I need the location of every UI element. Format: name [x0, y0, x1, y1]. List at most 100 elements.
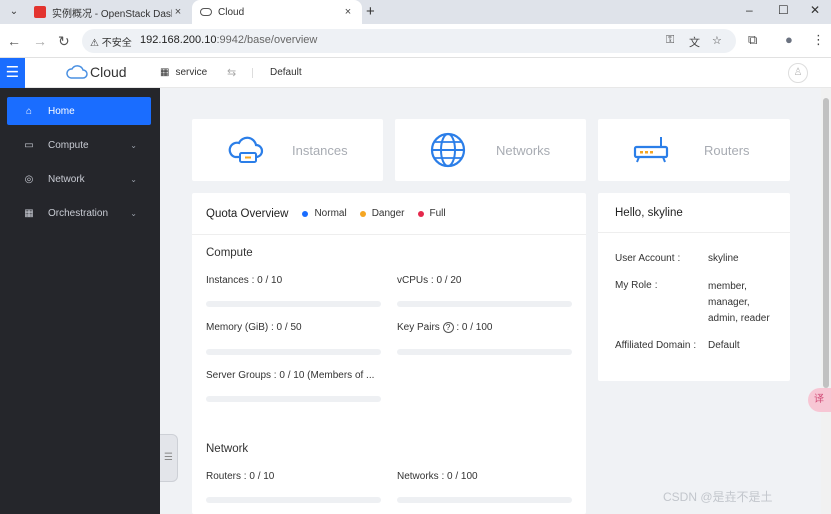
app-logo[interactable]: Cloud	[66, 64, 127, 80]
networks-summary-card[interactable]: Networks	[395, 119, 586, 181]
summary-label: Instances	[292, 143, 348, 158]
legend-label: Normal	[314, 208, 347, 219]
project-grid-icon: ▦	[160, 67, 170, 78]
router-icon	[633, 137, 669, 163]
legend-normal: Normal	[302, 208, 347, 219]
menu-toggle-button[interactable]: ☰	[0, 58, 25, 88]
profile-icon[interactable]: ●	[785, 32, 793, 47]
security-warning-badge[interactable]: ⚠ 不安全	[90, 34, 132, 49]
user-info-card: Hello, skyline User Account: skyline My …	[598, 193, 790, 381]
user-domain-value: Default	[708, 340, 740, 351]
collapse-icon: ☰	[164, 452, 173, 463]
summary-label: Routers	[704, 143, 750, 158]
globe-icon	[430, 132, 466, 168]
label-colon: :	[654, 280, 658, 291]
quota-keypairs-bar	[397, 349, 572, 355]
forward-button[interactable]: →	[33, 33, 47, 49]
cloud-favicon-icon	[200, 8, 212, 16]
browser-tab-cloud[interactable]: Cloud ×	[192, 0, 362, 24]
browser-menu-icon[interactable]: ⋮	[812, 32, 825, 48]
tab-search-icon[interactable]: ⌄	[6, 4, 22, 20]
maximize-button[interactable]: ☐	[778, 3, 789, 17]
quota-instances-bar	[206, 301, 381, 307]
user-account-value: skyline	[708, 253, 739, 264]
quota-server-groups-bar	[206, 396, 381, 402]
quota-header: Quota Overview Normal Danger Full	[192, 193, 586, 235]
label-colon: :	[677, 253, 681, 264]
project-selector[interactable]: ▦ service	[160, 67, 207, 78]
legend-dot	[359, 210, 366, 217]
routers-summary-card[interactable]: Routers	[598, 119, 790, 181]
chevron-down-icon: ⌄	[130, 174, 137, 184]
tab-close-icon[interactable]: ×	[172, 6, 184, 18]
instances-summary-card[interactable]: Instances	[192, 119, 383, 181]
tab-title: Cloud	[218, 6, 245, 18]
user-avatar[interactable]: ♙	[788, 63, 808, 83]
url-host: 192.168.200.10	[140, 34, 217, 46]
chevron-down-icon: ⌄	[130, 140, 137, 150]
sidebar-item-network[interactable]: ◎ Network ⌄	[7, 165, 151, 193]
user-roles: member, manager, admin, reader	[708, 279, 770, 327]
sidebar-item-home[interactable]: ⌂ Home	[7, 97, 151, 125]
url-text[interactable]: 192.168.200.10:9942/base/overview	[140, 34, 317, 46]
browser-tab-openstack[interactable]: 实例概况 - OpenStack Dashboa ×	[26, 0, 192, 24]
sidebar-collapse-handle[interactable]: ☰	[160, 434, 178, 482]
minimize-button[interactable]: –	[746, 3, 753, 17]
user-role-label: My Role:	[615, 280, 657, 291]
page-scrollbar[interactable]	[821, 88, 831, 514]
keypairs-count: : 0 / 100	[453, 322, 493, 333]
reload-button[interactable]: ↻	[58, 33, 70, 50]
cloud-logo-icon	[66, 65, 88, 79]
chevron-down-icon: ⌄	[130, 208, 137, 218]
quota-keypairs-label: Key Pairs ? : 0 / 100	[397, 322, 493, 333]
sidebar-item-label: Home	[48, 105, 75, 117]
user-account-label: User Account:	[615, 253, 680, 264]
legend-dot	[302, 210, 309, 217]
brand-name: Cloud	[90, 64, 127, 80]
legend-danger: Danger	[359, 208, 405, 219]
label-text: My Role	[615, 280, 652, 291]
tab-title: 实例概况 - OpenStack Dashboa	[52, 8, 172, 20]
url-path: :9942/base/overview	[216, 34, 318, 46]
sidebar-item-compute[interactable]: ▭ Compute ⌄	[7, 131, 151, 159]
url-bar[interactable]: ⚠ 不安全 192.168.200.10:9942/base/overview …	[82, 29, 736, 53]
quota-instances-label: Instances : 0 / 10	[206, 275, 283, 286]
sidebar: ⌂ Home ▭ Compute ⌄ ◎ Network ⌄ ▦ Orchest…	[0, 88, 160, 514]
sidebar-item-label: Network	[48, 173, 85, 185]
tab-close-icon[interactable]: ×	[342, 6, 354, 18]
label-text: User Account	[615, 253, 675, 264]
back-button[interactable]: ←	[7, 33, 21, 49]
quota-routers-label: Routers : 0 / 10	[206, 471, 275, 482]
extensions-icon[interactable]: ⧉	[748, 32, 757, 48]
legend-label: Danger	[371, 208, 405, 219]
monitor-icon: ▭	[24, 139, 34, 151]
browser-tab-strip: ⌄ 实例概况 - OpenStack Dashboa × Cloud × + –…	[0, 0, 831, 24]
scrollbar-thumb[interactable]	[823, 98, 829, 388]
label-colon: :	[693, 340, 697, 351]
help-icon[interactable]: ?	[442, 322, 454, 333]
close-window-button[interactable]: ✕	[810, 3, 820, 17]
network-section-title: Network	[206, 443, 249, 455]
compute-section-title: Compute	[206, 247, 253, 259]
sidebar-item-orchestration[interactable]: ▦ Orchestration ⌄	[7, 199, 151, 227]
quota-vcpus-bar	[397, 301, 572, 307]
legend-label: Full	[429, 208, 446, 219]
quota-server-groups-label: Server Groups : 0 / 10 (Members of ...	[206, 370, 375, 381]
keypairs-text: Key Pairs	[397, 322, 440, 333]
translate-float-button[interactable]: 译	[808, 388, 831, 412]
legend-full: Full	[417, 208, 446, 219]
new-tab-button[interactable]: +	[366, 3, 375, 20]
bookmark-star-icon[interactable]: ☆	[712, 34, 722, 47]
cloud-instance-icon	[228, 136, 264, 163]
role-item: member,	[708, 281, 747, 292]
legend-dot	[417, 210, 424, 217]
password-key-icon[interactable]: ⚿	[666, 34, 674, 47]
translate-icon[interactable]: 文	[689, 34, 700, 50]
label-text: Affiliated Domain	[615, 340, 691, 351]
hamburger-icon: ☰	[5, 64, 20, 81]
summary-label: Networks	[496, 143, 551, 158]
role-item: manager,	[708, 297, 750, 308]
quota-overview-card: Quota Overview Normal Danger Full Comput…	[192, 193, 586, 514]
switch-project-icon[interactable]: ⇆	[227, 66, 236, 79]
quota-networks-bar	[397, 497, 572, 503]
